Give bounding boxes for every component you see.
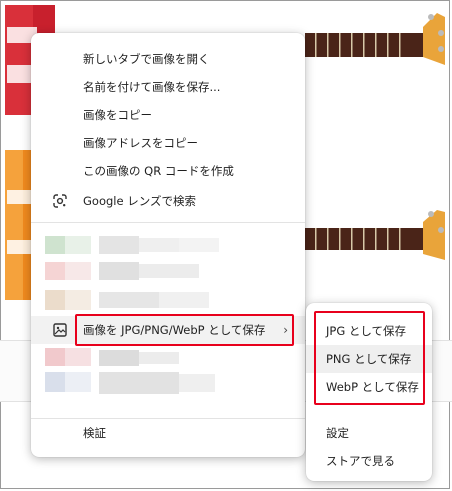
menu-separator (31, 222, 305, 223)
highlight-box-format-options (314, 311, 425, 405)
blurred-extension-items-2 (45, 348, 215, 394)
menu-item-label: 画像アドレスをコピー (83, 136, 198, 150)
menu-item-open-image-new-tab[interactable]: 新しいタブで画像を開く (31, 45, 305, 73)
submenu-item-label: ストアで見る (326, 454, 395, 468)
menu-item-label: 新しいタブで画像を開く (83, 52, 210, 66)
menu-item-inspect[interactable]: 検証 (31, 419, 305, 447)
menu-item-google-lens-search[interactable]: Google レンズで検索 (31, 187, 305, 215)
menu-item-create-qr-code[interactable]: この画像の QR コードを作成 (31, 157, 305, 185)
submenu-item-label: 設定 (326, 426, 349, 440)
menu-item-label: この画像の QR コードを作成 (83, 164, 234, 178)
menu-item-copy-image-address[interactable]: 画像アドレスをコピー (31, 129, 305, 157)
google-lens-icon (53, 194, 67, 208)
menu-item-label: 画像をコピー (83, 108, 152, 122)
highlight-box-extension-item (75, 314, 294, 346)
menu-item-save-image-as[interactable]: 名前を付けて画像を保存... (31, 73, 305, 101)
context-menu: 新しいタブで画像を開く 名前を付けて画像を保存... 画像をコピー 画像アドレス… (31, 33, 305, 457)
submenu-item-view-in-store[interactable]: ストアで見る (306, 447, 432, 475)
menu-item-copy-image[interactable]: 画像をコピー (31, 101, 305, 129)
submenu-item-settings[interactable]: 設定 (306, 419, 432, 447)
blurred-extension-items (45, 236, 219, 310)
menu-item-label: 名前を付けて画像を保存... (83, 80, 221, 94)
menu-item-label: 検証 (83, 426, 106, 440)
image-icon (53, 323, 67, 337)
menu-item-label: Google レンズで検索 (83, 194, 196, 208)
